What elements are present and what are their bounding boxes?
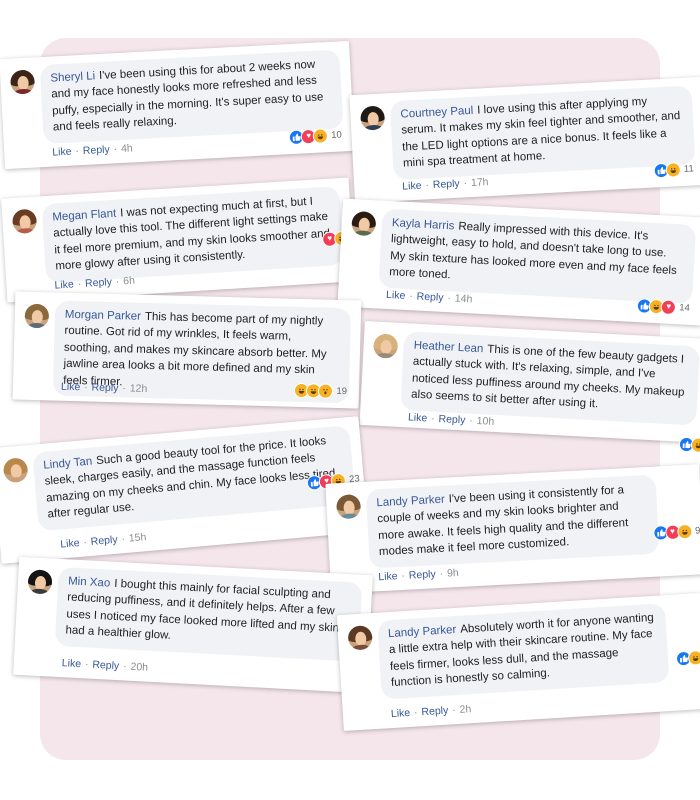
reaction-summary[interactable]	[675, 649, 700, 667]
timestamp[interactable]: 20h	[130, 661, 148, 674]
reaction-count: 9	[694, 524, 700, 537]
comment-text: Such a good beauty tool for the price. I…	[44, 435, 336, 521]
reaction-count: 11	[683, 162, 694, 175]
comment-card: Megan Flant I was not expecting much at f…	[1, 177, 355, 303]
avatar[interactable]	[335, 494, 362, 520]
reaction-summary[interactable]: ♥ 9	[652, 522, 700, 541]
commenter-name[interactable]: Courtney Paul	[400, 105, 473, 121]
haha-reaction-icon	[312, 127, 329, 144]
like-link[interactable]: Like	[402, 180, 422, 193]
like-link[interactable]: Like	[378, 570, 398, 583]
reply-link[interactable]: Reply	[90, 534, 118, 548]
avatar[interactable]	[373, 333, 399, 359]
haha-reaction-icon	[687, 649, 700, 666]
comment-actions: Like · Reply · 15h	[59, 531, 147, 551]
reaction-summary[interactable]: ♥ 10	[288, 126, 343, 145]
reply-link[interactable]: Reply	[91, 382, 118, 395]
avatar[interactable]	[9, 69, 36, 95]
reply-link[interactable]: Reply	[416, 291, 443, 304]
comment-card: Sheryl Li I've been using this for about …	[0, 40, 355, 170]
avatar[interactable]	[2, 457, 29, 484]
reaction-count: 10	[330, 128, 343, 141]
comment-bubble: Landy Parker I've been using it consisten…	[365, 474, 660, 569]
reply-link[interactable]: Reply	[433, 178, 460, 191]
reply-link[interactable]: Reply	[83, 144, 110, 157]
timestamp[interactable]: 10h	[476, 415, 494, 428]
timestamp[interactable]: 12h	[130, 383, 148, 395]
comment-card: Morgan Parker This has become part of my …	[12, 291, 362, 409]
comment-card: Heather Lean This is one of the few beaut…	[359, 321, 700, 453]
comment-card: Min Xao I bought this mainly for facial s…	[13, 556, 373, 694]
comment-bubble: Courtney Paul I love using this after app…	[389, 85, 696, 180]
avatar[interactable]	[27, 569, 53, 595]
reaction-summary[interactable]: 19	[294, 382, 347, 399]
reaction-summary[interactable]: 11	[653, 160, 694, 178]
comment-actions: Like · Reply · 12h	[60, 380, 148, 395]
commenter-name[interactable]: Landy Parker	[388, 624, 457, 640]
commenter-name[interactable]: Morgan Parker	[65, 309, 141, 323]
reply-link[interactable]: Reply	[85, 276, 113, 290]
commenter-name[interactable]: Lindy Tan	[43, 456, 93, 472]
commenter-name[interactable]: Min Xao	[68, 575, 111, 589]
comment-text: I was not expecting much at first, but I…	[53, 195, 331, 273]
reaction-summary[interactable]: ♥ 14	[636, 297, 691, 316]
timestamp[interactable]: 2h	[459, 703, 471, 716]
timestamp[interactable]: 15h	[128, 531, 147, 544]
comment-actions: Like · Reply · 2h	[390, 703, 472, 721]
comment-card: Courtney Paul I love using this after app…	[349, 76, 700, 204]
comment-card: Landy Parker Absolutely worth it for anyo…	[336, 592, 700, 732]
avatar[interactable]	[11, 208, 38, 235]
commenter-name[interactable]: Heather Lean	[413, 340, 483, 356]
comment-card: Kayla Harris Really impressed with this d…	[337, 198, 700, 326]
like-link[interactable]: Like	[408, 411, 428, 424]
commenter-name[interactable]: Megan Flant	[52, 208, 117, 224]
timestamp[interactable]: 17h	[471, 176, 489, 189]
reply-link[interactable]: Reply	[409, 568, 436, 581]
like-link[interactable]: Like	[62, 657, 82, 670]
timestamp[interactable]: 9h	[447, 567, 459, 580]
reply-link[interactable]: Reply	[92, 659, 119, 672]
reaction-count: 19	[336, 385, 348, 397]
wow-reaction-icon	[318, 382, 334, 399]
comment-card: Landy Parker I've been using it consisten…	[325, 464, 700, 594]
comment-text: Absolutely worth it for anyone wanting a…	[388, 611, 655, 690]
comment-actions: Like · Reply · 9h	[378, 567, 460, 584]
avatar[interactable]	[351, 211, 377, 237]
haha-reaction-icon	[665, 161, 682, 178]
like-link[interactable]: Like	[52, 146, 72, 159]
timestamp[interactable]: 14h	[454, 293, 472, 306]
comment-text: This has become part of my nightly routi…	[63, 310, 327, 388]
like-link[interactable]: Like	[54, 278, 74, 291]
timestamp[interactable]: 4h	[121, 142, 133, 155]
timestamp[interactable]: 6h	[123, 275, 135, 288]
commenter-name[interactable]: Kayla Harris	[392, 217, 455, 232]
avatar[interactable]	[360, 105, 386, 131]
commenter-name[interactable]: Landy Parker	[376, 494, 445, 510]
comment-actions: Like · Reply · 17h	[401, 176, 489, 193]
comment-actions: Like · Reply · 4h	[52, 142, 134, 159]
reply-link[interactable]: Reply	[421, 705, 449, 719]
reaction-summary[interactable]	[678, 436, 700, 453]
comment-bubble: Min Xao I bought this mainly for facial s…	[54, 566, 363, 662]
comment-bubble: Kayla Harris Really impressed with this d…	[378, 208, 697, 304]
comment-bubble: Megan Flant I was not expecting much at f…	[41, 186, 344, 283]
reaction-count: 14	[678, 301, 691, 314]
comment-bubble: Landy Parker Absolutely worth it for anyo…	[377, 603, 670, 700]
avatar[interactable]	[24, 303, 50, 329]
reply-link[interactable]: Reply	[438, 413, 465, 426]
comment-bubble: Heather Lean This is one of the few beaut…	[400, 331, 700, 426]
haha-reaction-icon	[676, 523, 693, 540]
like-link[interactable]: Like	[61, 381, 81, 394]
like-link[interactable]: Like	[60, 537, 80, 551]
love-reaction-icon: ♥	[660, 298, 677, 315]
comment-actions: Like · Reply · 20h	[61, 657, 149, 674]
haha-reaction-icon	[690, 436, 700, 453]
commenter-name[interactable]: Sheryl Li	[50, 70, 95, 84]
avatar[interactable]	[347, 625, 373, 651]
like-link[interactable]: Like	[391, 707, 411, 720]
like-link[interactable]: Like	[386, 289, 406, 302]
